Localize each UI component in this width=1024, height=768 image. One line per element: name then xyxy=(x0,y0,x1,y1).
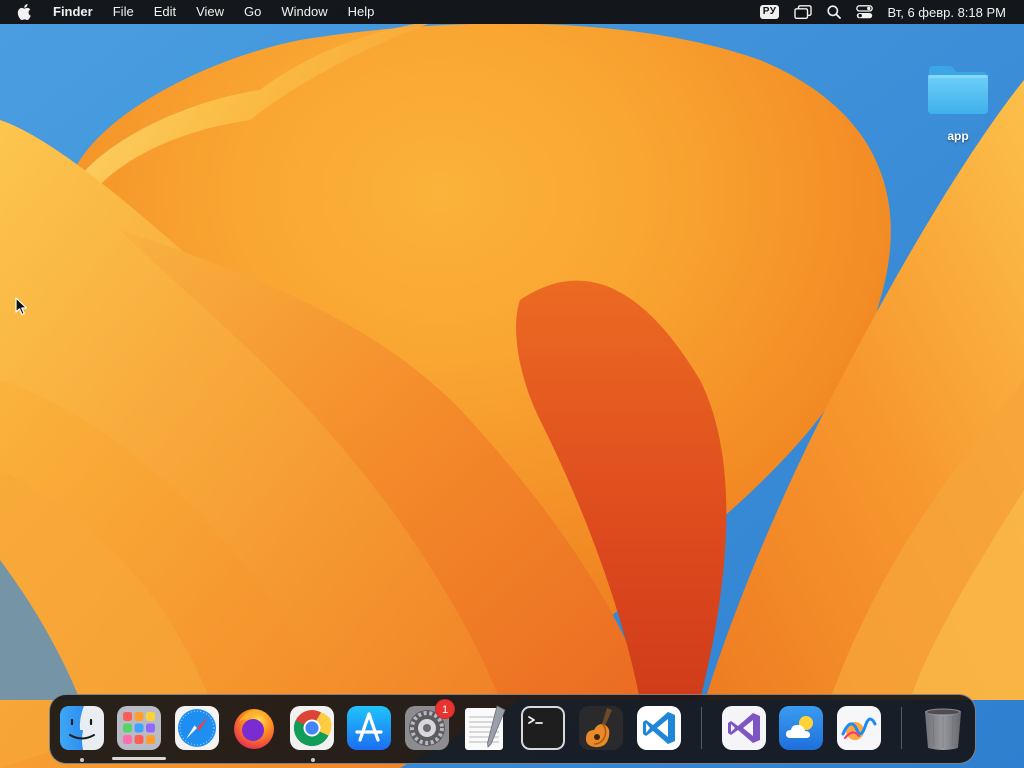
input-language-menu[interactable]: РУ xyxy=(759,0,780,24)
dock-item-trash[interactable] xyxy=(919,704,967,752)
folder-icon xyxy=(927,62,989,121)
dock-item-safari[interactable] xyxy=(173,704,221,752)
dock-divider xyxy=(701,707,702,749)
menu-edit[interactable]: Edit xyxy=(144,0,186,24)
menu-window[interactable]: Window xyxy=(271,0,337,24)
launchpad-hover-indicator xyxy=(112,757,166,760)
dock-item-vscode[interactable] xyxy=(635,704,683,752)
menu-file[interactable]: File xyxy=(103,0,144,24)
menu-help[interactable]: Help xyxy=(338,0,385,24)
dock-item-chrome[interactable] xyxy=(288,704,336,752)
app-store-icon xyxy=(347,706,391,750)
dock-item-finder[interactable] xyxy=(58,704,106,752)
finder-running-indicator xyxy=(79,758,84,762)
arrow-cursor-icon xyxy=(15,297,29,322)
chrome-icon xyxy=(290,706,334,750)
weather-icon xyxy=(779,706,823,750)
trash-icon xyxy=(925,708,961,750)
dock-item-app-store[interactable] xyxy=(345,704,393,752)
garageband-guitar-icon xyxy=(579,706,623,750)
dock: 1 xyxy=(49,694,976,764)
vscode-icon xyxy=(637,706,681,750)
control-center-icon[interactable] xyxy=(856,0,874,24)
visual-studio-icon xyxy=(722,706,766,750)
apple-logo-icon[interactable] xyxy=(17,0,35,24)
input-language-badge: РУ xyxy=(759,5,780,19)
menu-clock[interactable]: Вт, 6 февр. 8:18 PM xyxy=(887,5,1006,20)
desktop-folder-app[interactable]: app xyxy=(918,62,998,143)
dock-item-launchpad[interactable] xyxy=(115,704,163,752)
terminal-icon xyxy=(521,706,565,750)
dock-item-firefox[interactable] xyxy=(230,704,278,752)
settings-notification-badge: 1 xyxy=(435,699,455,719)
dock-item-garageband[interactable] xyxy=(577,704,625,752)
dock-item-freeform[interactable] xyxy=(835,704,883,752)
window-switcher-icon[interactable] xyxy=(794,0,813,24)
launchpad-icon xyxy=(117,706,161,750)
safari-icon xyxy=(175,706,219,750)
dock-item-system-settings[interactable]: 1 xyxy=(403,699,455,752)
dock-item-visual-studio[interactable] xyxy=(720,704,768,752)
dock-item-terminal[interactable] xyxy=(519,704,567,752)
chrome-running-indicator xyxy=(310,758,315,762)
dock-divider-trash xyxy=(901,707,902,749)
finder-icon xyxy=(60,706,104,750)
desktop-folder-label: app xyxy=(947,129,969,143)
firefox-icon xyxy=(234,709,274,749)
dock-item-weather[interactable] xyxy=(777,704,825,752)
freeform-icon xyxy=(837,706,881,750)
menu-view[interactable]: View xyxy=(186,0,234,24)
menu-app-finder[interactable]: Finder xyxy=(52,0,103,24)
menu-go[interactable]: Go xyxy=(234,0,271,24)
search-icon[interactable] xyxy=(827,0,842,24)
textedit-icon xyxy=(465,705,506,750)
dock-item-textedit[interactable] xyxy=(461,704,509,752)
menu-bar: Finder File Edit View Go Window Help РУ … xyxy=(0,0,1024,24)
desktop-wallpaper xyxy=(0,0,1024,768)
